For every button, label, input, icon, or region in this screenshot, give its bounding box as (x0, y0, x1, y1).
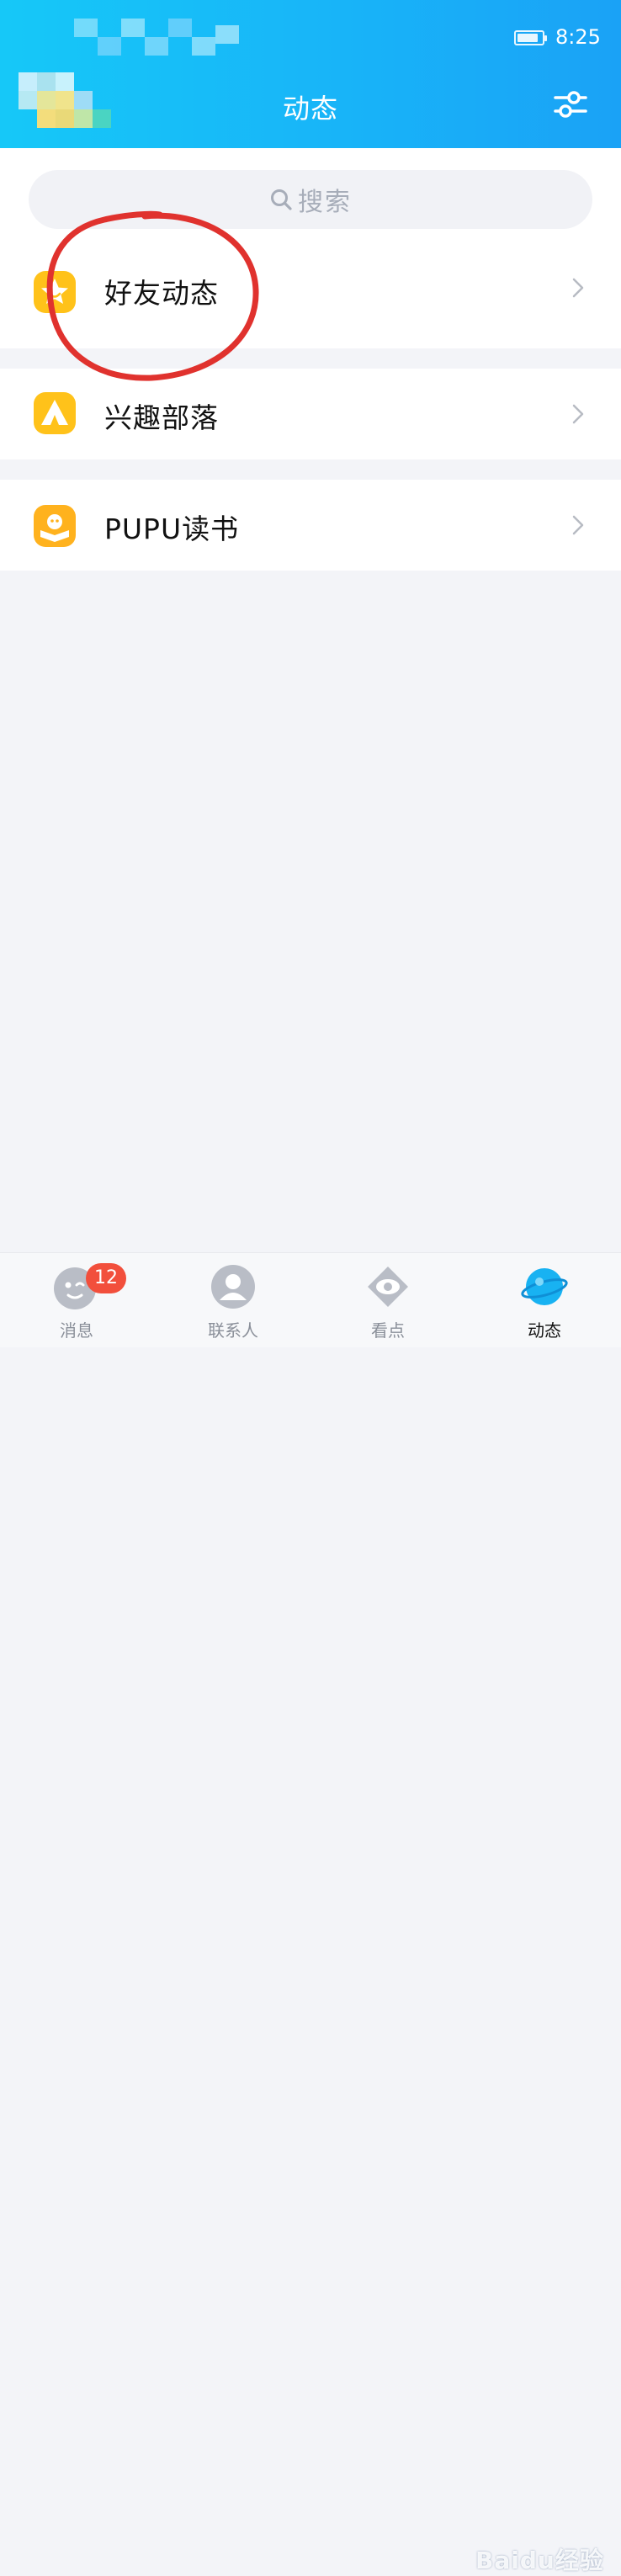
page-title: 动态 (282, 93, 338, 125)
list-item-label: 好友动态 (104, 277, 219, 310)
tab-feed[interactable]: 动态 (498, 1253, 591, 1347)
chevron-right-icon (572, 278, 584, 298)
sliders-icon (554, 91, 587, 118)
list-item-label: 兴趣部落 (104, 401, 219, 434)
list-item-friend-feed[interactable]: 好友动态 (0, 229, 621, 348)
watermark: Baidu经验 (475, 2547, 604, 2574)
tab-label: 看点 (371, 1320, 405, 1341)
tent-icon (34, 392, 76, 434)
status-bar: 8:25 (0, 0, 621, 67)
tab-contacts[interactable]: 联系人 (187, 1253, 279, 1347)
unread-badge: 12 (86, 1263, 126, 1293)
planet-icon (521, 1268, 568, 1305)
star-icon (34, 271, 76, 313)
bottom-tab-bar: 12 消息 联系人 看点 动态 Baidu经验 (0, 1252, 621, 2574)
chevron-right-icon (572, 515, 584, 535)
list-item-interest-tribe[interactable]: 兴趣部落 (0, 369, 621, 459)
settings-button[interactable] (550, 84, 591, 125)
tab-label: 消息 (60, 1320, 93, 1341)
search-icon (271, 189, 292, 210)
search-placeholder: 搜索 (298, 188, 352, 217)
tab-messages[interactable]: 12 消息 (30, 1253, 126, 1347)
search-input[interactable]: 搜索 (29, 170, 592, 229)
book-icon (34, 505, 76, 547)
eye-icon (368, 1267, 408, 1307)
battery-icon (514, 30, 547, 45)
contacts-icon (211, 1265, 255, 1309)
tab-watch[interactable]: 看点 (342, 1253, 434, 1347)
search-section: 搜索 (0, 148, 621, 229)
list-item-label: PUPU读书 (104, 513, 240, 545)
blurred-status-info (74, 19, 239, 56)
tab-label: 联系人 (208, 1320, 258, 1341)
header-bar: 8:25 动态 (0, 0, 621, 148)
chevron-right-icon (572, 404, 584, 424)
status-time: 8:25 (555, 25, 601, 49)
tab-label: 动态 (528, 1320, 561, 1341)
list-item-pupu-reading[interactable]: PUPU读书 (0, 480, 621, 571)
